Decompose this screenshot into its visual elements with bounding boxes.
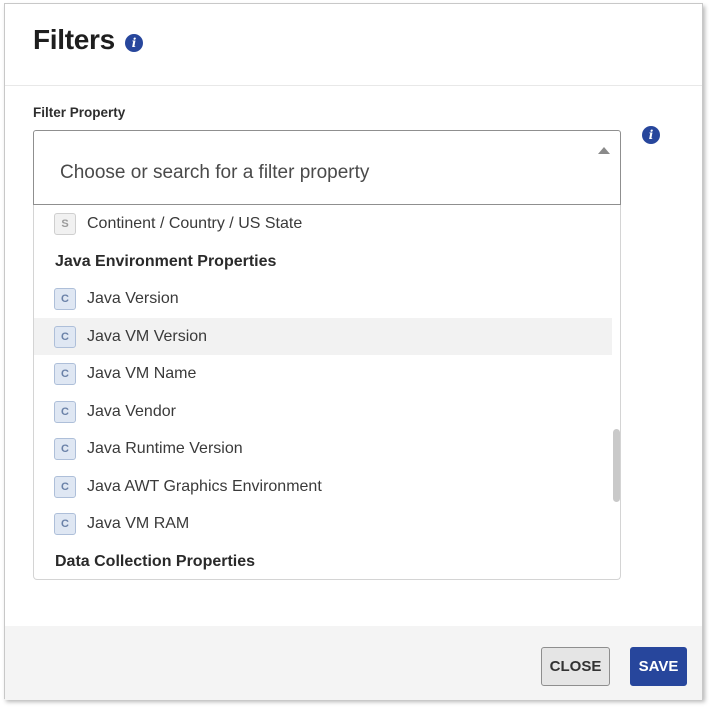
option-label: Java Vendor — [87, 402, 176, 420]
filter-property-select[interactable] — [33, 130, 621, 205]
category-type-badge: C — [54, 475, 76, 498]
dialog-footer: CLOSE SAVE — [5, 626, 702, 700]
dialog-header: Filters i — [5, 4, 702, 86]
caret-up-icon[interactable] — [598, 147, 610, 154]
option-label: Java AWT Graphics Environment — [87, 477, 322, 495]
dropdown-option[interactable]: C Java VM Version — [34, 318, 612, 355]
dialog-title: Filters — [33, 24, 115, 55]
info-icon[interactable]: i — [125, 34, 143, 52]
option-label: Java VM Name — [87, 364, 197, 382]
option-label: Java VM RAM — [87, 514, 190, 532]
category-type-badge: C — [54, 362, 76, 385]
info-icon[interactable]: i — [642, 126, 660, 144]
filters-dialog: Filters i Filter Property i S Continent … — [4, 3, 703, 700]
category-type-badge: C — [54, 437, 76, 460]
dropdown-option[interactable]: C Java Version — [34, 280, 612, 317]
category-type-badge: C — [54, 325, 76, 348]
option-label: Java VM Version — [87, 327, 208, 345]
filter-property-search-input[interactable] — [60, 158, 580, 188]
dropdown-option[interactable]: S Continent / Country / US State — [34, 205, 612, 242]
dropdown-option[interactable]: C Java Vendor — [34, 393, 612, 430]
string-type-badge: S — [54, 212, 76, 235]
close-button[interactable]: CLOSE — [541, 647, 610, 686]
dropdown-option[interactable]: C Java AWT Graphics Environment — [34, 468, 612, 505]
dropdown-option[interactable]: C Java Runtime Version — [34, 430, 612, 467]
dropdown-option[interactable]: C Java VM RAM — [34, 505, 612, 542]
filter-property-label: Filter Property — [33, 105, 126, 120]
option-label: Continent / Country / US State — [87, 214, 303, 232]
category-type-badge: C — [54, 400, 76, 423]
option-label: Java Version — [87, 289, 179, 307]
save-button[interactable]: SAVE — [630, 647, 687, 686]
option-label: Java Runtime Version — [87, 439, 243, 457]
group-header: Data Collection Properties — [55, 553, 256, 570]
dropdown-scrollbar-thumb[interactable] — [613, 429, 620, 502]
dropdown-option[interactable]: C Java VM Name — [34, 355, 612, 392]
category-type-badge: C — [54, 287, 76, 310]
group-header: Java Environment Properties — [55, 253, 277, 270]
category-type-badge: C — [54, 512, 76, 535]
filter-property-dropdown-list[interactable]: S Continent / Country / US State Java En… — [33, 205, 621, 580]
